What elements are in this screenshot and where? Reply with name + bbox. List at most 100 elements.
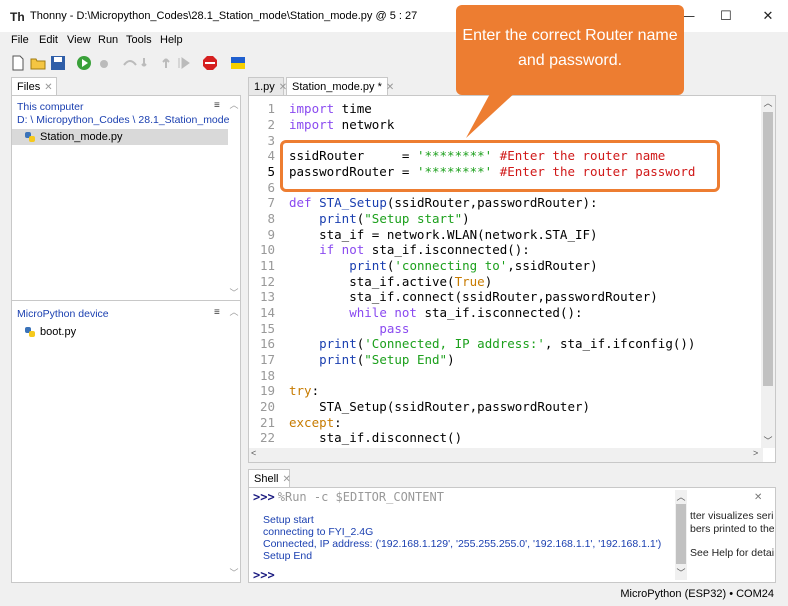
file-name: boot.py xyxy=(40,326,77,338)
scroll-up-icon[interactable]: ︿ xyxy=(761,96,775,109)
code-line[interactable]: import network xyxy=(289,117,394,132)
menu-icon[interactable]: ≡ xyxy=(214,307,220,318)
save-icon[interactable] xyxy=(50,55,66,71)
code-line[interactable]: print('connecting to',ssidRouter) xyxy=(289,258,597,273)
step-out-icon[interactable] xyxy=(158,55,174,71)
close-icon[interactable]: ✕ xyxy=(44,82,52,93)
code-line[interactable]: except: xyxy=(289,415,342,430)
line-number: 18 xyxy=(259,368,275,383)
new-file-icon[interactable] xyxy=(10,55,26,71)
maximize-button[interactable]: ☐ xyxy=(706,0,746,32)
code-line[interactable]: try: xyxy=(289,383,319,398)
interpreter-status[interactable]: MicroPython (ESP32) • COM24 xyxy=(620,588,774,600)
window-title: Thonny - D:\Micropython_Codes\28.1_Stati… xyxy=(30,10,418,22)
computer-path[interactable]: D: \ Micropython_Codes \ 28.1_Station_mo… xyxy=(17,114,229,126)
menu-tools[interactable]: Tools xyxy=(126,34,152,46)
line-number: 19 xyxy=(259,383,275,398)
assistant-pane: ✕ tter visualizes series bers printed to… xyxy=(688,490,774,578)
scroll-up-icon[interactable]: ︿ xyxy=(675,490,687,503)
status-bar: MicroPython (ESP32) • COM24 xyxy=(0,585,788,606)
code-line[interactable]: STA_Setup(ssidRouter,passwordRouter) xyxy=(289,399,590,414)
resume-icon[interactable] xyxy=(176,55,192,71)
code-line[interactable]: sta_if.disconnect() xyxy=(289,430,462,445)
scroll-down-icon[interactable]: ﹀ xyxy=(761,434,775,447)
assistant-text: bers printed to the xyxy=(690,523,774,535)
step-into-icon[interactable] xyxy=(140,55,156,71)
device-section-title: MicroPython device xyxy=(17,308,109,320)
tab-shell[interactable]: Shell ✕ xyxy=(248,469,291,489)
line-number: 17 xyxy=(259,352,275,367)
assistant-text: See Help for details xyxy=(690,547,774,559)
line-number: 12 xyxy=(259,274,275,289)
scroll-right-icon[interactable]: > xyxy=(753,448,758,458)
debug-icon[interactable] xyxy=(96,55,112,71)
highlight-box xyxy=(280,140,720,192)
menu-run[interactable]: Run xyxy=(98,34,118,46)
editor-horizontal-scrollbar[interactable]: < > xyxy=(249,448,763,462)
menu-icon[interactable]: ≡ xyxy=(214,100,220,111)
line-number: 4 xyxy=(267,148,275,163)
callout-note: Enter the correct Router name and passwo… xyxy=(456,5,684,95)
code-line[interactable]: sta_if.active(True) xyxy=(289,274,492,289)
line-number: 2 xyxy=(267,117,275,132)
stop-icon[interactable] xyxy=(202,55,218,71)
close-icon[interactable]: ✕ xyxy=(754,492,762,503)
code-line[interactable]: while not sta_if.isconnected(): xyxy=(289,305,582,320)
panel-divider xyxy=(12,300,240,301)
scroll-thumb[interactable] xyxy=(676,504,686,564)
code-line[interactable]: sta_if = network.WLAN(network.STA_IF) xyxy=(289,227,597,242)
line-number: 21 xyxy=(259,415,275,430)
ukraine-flag-icon xyxy=(231,57,245,69)
menu-help[interactable]: Help xyxy=(160,34,183,46)
shell-output-line: Setup End xyxy=(263,550,313,562)
code-line[interactable]: print("Setup start") xyxy=(289,211,470,226)
open-folder-icon[interactable] xyxy=(30,55,46,71)
line-number: 20 xyxy=(259,399,275,414)
step-over-icon[interactable] xyxy=(122,55,138,71)
scroll-down-icon[interactable]: ﹀ xyxy=(228,286,240,299)
line-number: 22 xyxy=(259,430,275,445)
tab-station-mode-label: Station_mode.py * xyxy=(292,81,382,93)
code-line[interactable]: print('Connected, IP address:', sta_if.i… xyxy=(289,336,695,351)
scroll-thumb[interactable] xyxy=(763,112,773,386)
code-line[interactable]: def STA_Setup(ssidRouter,passwordRouter)… xyxy=(289,195,598,210)
thonny-icon: Th xyxy=(10,10,25,24)
line-number: 11 xyxy=(259,258,275,273)
code-line[interactable]: sta_if.connect(ssidRouter,passwordRouter… xyxy=(289,289,658,304)
files-panel: This computer ≡ ︿ D: \ Micropython_Codes… xyxy=(11,95,241,583)
close-icon[interactable]: ✕ xyxy=(386,82,394,93)
tab-files-label: Files xyxy=(17,81,41,93)
list-item[interactable]: boot.py xyxy=(12,324,228,340)
code-line[interactable]: print("Setup End") xyxy=(289,352,455,367)
tab-files[interactable]: Files ✕ xyxy=(11,77,57,97)
list-item[interactable]: Station_mode.py xyxy=(12,129,228,145)
close-icon[interactable]: ✕ xyxy=(282,474,290,485)
menu-view[interactable]: View xyxy=(67,34,91,46)
line-number: 10 xyxy=(259,242,275,257)
menu-file[interactable]: File xyxy=(11,34,29,46)
callout-pointer xyxy=(466,90,518,138)
file-name: Station_mode.py xyxy=(40,131,123,143)
editor-vertical-scrollbar[interactable]: ︿ ﹀ xyxy=(761,96,775,448)
scroll-up-icon[interactable]: ︿ xyxy=(228,305,240,318)
run-icon[interactable] xyxy=(76,55,92,71)
tab-station-mode[interactable]: Station_mode.py * ✕ xyxy=(286,77,394,97)
line-number: 16 xyxy=(259,336,275,351)
python-file-icon xyxy=(25,132,35,142)
code-line[interactable]: import time xyxy=(289,101,372,116)
scroll-down-icon[interactable]: ﹀ xyxy=(675,566,687,579)
line-number-gutter: 1 2 3 4 5 6 7 8 9 10 11 12 13 14 15 16 1… xyxy=(249,96,279,448)
menu-edit[interactable]: Edit xyxy=(39,34,58,46)
code-line[interactable]: if not sta_if.isconnected(): xyxy=(289,242,530,257)
line-number: 7 xyxy=(267,195,275,210)
scroll-up-icon[interactable]: ︿ xyxy=(228,98,240,111)
code-line[interactable]: pass xyxy=(289,321,409,336)
shell-scrollbar[interactable]: ︿ ﹀ xyxy=(675,490,687,580)
tab-1py[interactable]: 1.py ✕ xyxy=(248,77,287,97)
scroll-left-icon[interactable]: < xyxy=(251,448,256,458)
close-button[interactable]: ✕ xyxy=(748,0,788,32)
shell-prompt: >>> xyxy=(253,490,275,504)
computer-section-title: This computer xyxy=(17,101,84,113)
line-number: 8 xyxy=(267,211,275,226)
scroll-down-icon[interactable]: ﹀ xyxy=(228,566,240,579)
